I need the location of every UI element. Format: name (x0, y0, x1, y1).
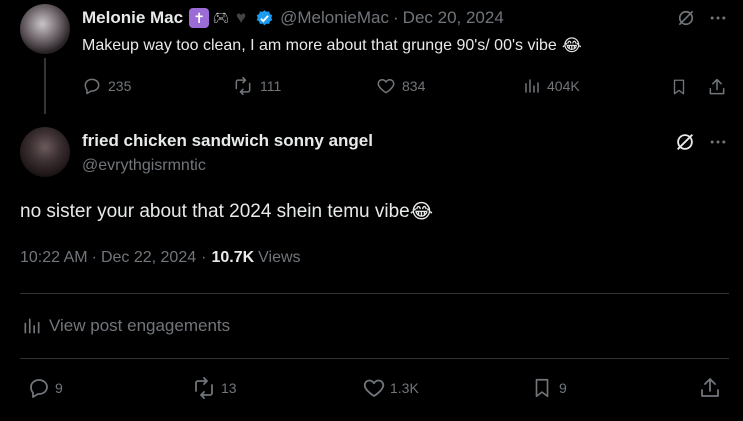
bookmark-icon (531, 376, 553, 400)
reply-icon (82, 76, 102, 96)
share-icon[interactable] (707, 77, 727, 97)
parent-date[interactable]: Dec 20, 2024 (403, 8, 504, 28)
view-engagements-label: View post engagements (49, 316, 231, 335)
more-icon[interactable] (708, 8, 728, 28)
reply-like-count: 1.3K (390, 380, 419, 396)
reply-reply-count: 9 (55, 380, 63, 396)
reply-time[interactable]: 10:22 AM (20, 249, 88, 267)
parent-emoji: 😂 (561, 36, 582, 55)
like-icon (362, 376, 386, 400)
reply-reply-button[interactable]: 9 (27, 376, 63, 400)
verified-badge-icon (255, 9, 274, 28)
reply-handle-row: @evrythgisrmntic (82, 155, 206, 177)
gamepad-icon: 🎮︎ (212, 10, 230, 25)
parent-avatar[interactable] (20, 4, 70, 54)
parent-repost-count: 111 (260, 78, 282, 94)
parent-like-button[interactable]: 834 (376, 76, 425, 96)
more-icon[interactable] (708, 132, 728, 152)
reply-text-body: no sister your about that 2024 shein tem… (20, 200, 410, 222)
reply-emoji: 😂 (409, 201, 434, 223)
reply-like-button[interactable]: 1.3K (362, 376, 419, 400)
reply-avatar[interactable] (20, 127, 70, 177)
bookmark-icon[interactable] (670, 77, 688, 97)
reply-display-name[interactable]: fried chicken sandwich sonny angel (82, 131, 373, 151)
reply-separator-2: · (201, 249, 207, 266)
parent-reply-button[interactable]: 235 (82, 76, 131, 96)
reply-icon (27, 376, 51, 400)
like-icon (376, 76, 396, 96)
parent-views-button[interactable]: 404K (523, 76, 580, 96)
parent-views-count: 404K (547, 78, 580, 94)
repost-icon (191, 376, 217, 400)
reply-header: fried chicken sandwich sonny angel (82, 130, 373, 152)
parent-header: Melonie Mac ✝ 🎮︎ ♥ @MelonieMac · Dec 20,… (82, 7, 504, 29)
parent-text: Makeup way too clean, I am more about th… (82, 36, 582, 56)
reply-date[interactable]: Dec 22, 2024 (101, 249, 196, 267)
cross-badge-icon: ✝ (189, 8, 210, 28)
parent-reply-count: 235 (108, 78, 132, 94)
divider-top (20, 293, 729, 294)
divider-bottom (20, 358, 729, 359)
parent-handle[interactable]: @MelonieMac (280, 8, 389, 28)
grok-icon[interactable] (676, 8, 696, 28)
parent-display-name[interactable]: Melonie Mac (82, 8, 183, 28)
reply-text: no sister your about that 2024 shein tem… (20, 199, 433, 224)
reply-repost-count: 13 (221, 380, 237, 396)
parent-separator: · (393, 8, 399, 27)
share-icon[interactable] (698, 376, 722, 400)
parent-repost-button[interactable]: 111 (232, 76, 281, 96)
views-icon (523, 76, 541, 96)
parent-text-body: Makeup way too clean, I am more about th… (82, 37, 557, 54)
reply-views-label: Views (258, 249, 301, 266)
thread-line (44, 58, 46, 114)
reply-views-count: 10.7K (211, 249, 255, 266)
parent-like-count: 834 (402, 78, 426, 94)
grok-icon[interactable] (674, 131, 696, 153)
reply-bookmark-button[interactable]: 9 (531, 376, 567, 400)
repost-icon (232, 76, 254, 96)
reply-bookmark-count: 9 (559, 380, 567, 396)
reply-repost-button[interactable]: 13 (191, 376, 237, 400)
view-engagements-link[interactable]: View post engagements (22, 316, 230, 336)
views-icon (22, 316, 42, 336)
reply-separator: · (91, 249, 97, 266)
reply-handle[interactable]: @evrythgisrmntic (82, 157, 206, 175)
reply-meta: 10:22 AM · Dec 22, 2024 · 10.7K Views (20, 249, 301, 267)
heart-badge-icon: ♥ (236, 8, 247, 27)
